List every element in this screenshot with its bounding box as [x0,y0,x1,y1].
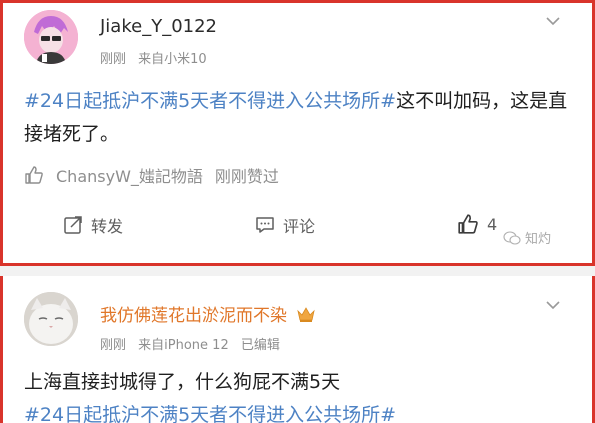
comment-label: 评论 [283,217,316,236]
post-content: 上海直接封城得了，什么狗屁不满5天 #24日起抵沪不满5天者不得进入公共场所# [24,366,579,423]
username[interactable]: Jiake_Y_0122 [100,16,217,37]
post-divider [0,266,595,276]
weibo-post-1: Jiake_Y_0122 刚刚 来自小米10 #24日起抵沪不满5天者不得进入公… [0,0,595,266]
post-time: 刚刚 [100,52,127,67]
vip-crown-icon [297,307,316,322]
liked-status: 刚刚赞过 [214,167,279,186]
post-content: #24日起抵沪不满5天者不得进入公共场所#这不叫加码，这是直接堵死了。 [24,85,569,151]
thumbs-up-icon [458,214,478,234]
post-meta: 刚刚 来自iPhone 12 已编辑 [100,334,288,353]
watermark: 知灼 [503,228,551,247]
share-button[interactable]: 转发 [63,213,123,237]
username[interactable]: 我仿佛莲花出淤泥而不染 [100,301,316,326]
like-count: 4 [487,214,498,234]
hashtag-link[interactable]: #24日起抵沪不满5天者不得进入公共场所# [24,399,579,423]
share-icon [64,216,82,234]
watermark-text: 知灼 [525,232,552,247]
liked-by-user[interactable]: ChansyW_媸記物語 [56,163,203,187]
wechat-icon [503,230,521,245]
liked-by-row: ChansyW_媸記物語 刚刚赞过 [24,163,279,187]
hashtag-link[interactable]: #24日起抵沪不满5天者不得进入公共场所# [24,90,396,112]
post-source: 来自小米10 [138,52,207,67]
thumbs-up-icon [25,166,43,184]
post-meta: 刚刚 来自小米10 [100,48,215,67]
post-source: 来自iPhone 12 [138,338,229,353]
comment-button[interactable]: 评论 [255,213,315,237]
user-avatar[interactable] [24,10,78,64]
edited-flag: 已编辑 [240,338,280,353]
user-avatar[interactable] [24,292,78,346]
post-text: 上海直接封城得了，什么狗屁不满5天 [24,371,341,393]
weibo-post-2: 我仿佛莲花出淤泥而不染 刚刚 来自iPhone 12 已编辑 上海直接封城得了，… [0,276,595,423]
share-label: 转发 [91,217,124,236]
post-time: 刚刚 [100,338,127,353]
username-text: 我仿佛莲花出淤泥而不染 [100,306,287,326]
chevron-down-icon[interactable] [546,298,560,312]
comment-icon [256,217,274,233]
chevron-down-icon[interactable] [546,14,560,28]
like-button[interactable]: 4 [457,213,497,235]
